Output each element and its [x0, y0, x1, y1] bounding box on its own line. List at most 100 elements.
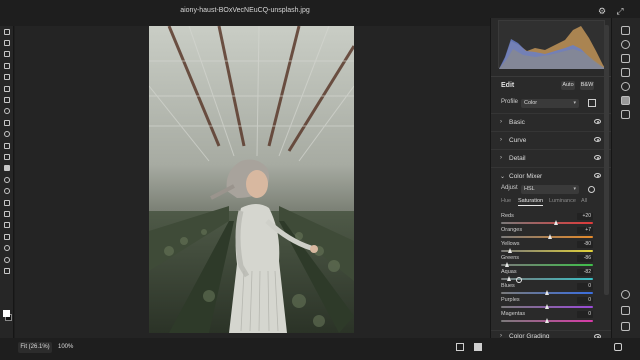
slider-track[interactable] — [501, 248, 593, 253]
slider-purples[interactable]: Purples 0 — [491, 297, 612, 311]
presets-icon[interactable] — [621, 96, 630, 105]
compare-view-icon[interactable] — [456, 343, 464, 351]
quick-select-tool-icon[interactable] — [0, 60, 14, 71]
bw-button[interactable]: B&W — [580, 81, 594, 90]
type-tool-icon[interactable] — [0, 208, 14, 219]
slider-track[interactable] — [501, 234, 593, 239]
slider-value-field[interactable]: 0 — [577, 297, 593, 304]
slider-value-field[interactable]: 0 — [577, 311, 593, 318]
slider-aquas[interactable]: Aquas -82 — [491, 269, 612, 283]
hand-tool-icon[interactable] — [0, 242, 14, 253]
tab-hue[interactable]: Hue — [501, 198, 511, 204]
slider-greens[interactable]: Greens -86 — [491, 255, 612, 269]
slider-value-field[interactable]: -82 — [577, 269, 593, 276]
zoom-tool-icon[interactable] — [0, 254, 14, 265]
crop-tool-icon[interactable] — [0, 72, 14, 83]
grid-icon[interactable] — [621, 322, 630, 331]
slider-track[interactable] — [501, 290, 593, 295]
zoom-icon[interactable] — [621, 290, 630, 299]
gradient-tool-icon[interactable] — [0, 163, 14, 174]
section-color-mixer-title: Color Mixer — [509, 173, 543, 180]
slider-blues[interactable]: Blues 0 — [491, 283, 612, 297]
zoom-100-button[interactable]: 100% — [58, 342, 73, 353]
redeye-icon[interactable] — [621, 82, 630, 91]
visibility-eye-icon[interactable] — [594, 155, 601, 160]
slider-thumb[interactable] — [544, 318, 549, 323]
healing-icon[interactable] — [621, 40, 630, 49]
tab-saturation[interactable]: Saturation — [518, 198, 544, 206]
slider-track[interactable] — [501, 262, 593, 267]
slider-value-field[interactable]: -80 — [577, 241, 593, 248]
hand-icon[interactable] — [621, 306, 630, 315]
slider-reds[interactable]: Reds +20 — [491, 213, 612, 227]
slider-track[interactable] — [501, 220, 593, 225]
tab-all[interactable]: All — [581, 198, 587, 204]
history-brush-icon[interactable] — [0, 140, 14, 151]
section-color-mixer[interactable]: ⌄ Color Mixer — [491, 167, 612, 185]
eraser-tool-icon[interactable] — [0, 151, 14, 162]
clone-stamp-icon[interactable] — [0, 129, 14, 140]
frame-tool-icon[interactable] — [0, 83, 14, 94]
profile-label: Profile — [501, 99, 519, 105]
visibility-eye-icon[interactable] — [594, 119, 601, 124]
chevron-right-icon: › — [500, 119, 502, 125]
sliders-icon[interactable] — [621, 26, 630, 35]
marquee-tool-icon[interactable] — [0, 37, 14, 48]
profile-browser-icon[interactable] — [588, 99, 596, 107]
slider-label: Greens — [501, 255, 520, 261]
adjust-value: HSL — [524, 186, 535, 192]
profile-select[interactable]: Color ▾ — [521, 99, 579, 108]
blur-tool-icon[interactable] — [0, 174, 14, 185]
target-adjust-icon[interactable] — [588, 186, 595, 193]
slider-track[interactable] — [501, 304, 593, 309]
slider-value-field[interactable]: +7 — [577, 227, 593, 234]
slider-thumb[interactable] — [507, 248, 512, 253]
more-options-icon[interactable] — [621, 110, 630, 119]
settings-icon[interactable] — [614, 343, 622, 351]
tab-luminance[interactable]: Luminance — [549, 198, 576, 204]
lasso-tool-icon[interactable] — [0, 49, 14, 60]
path-select-icon[interactable] — [0, 220, 14, 231]
visibility-eye-icon[interactable] — [594, 137, 601, 142]
slider-yellows[interactable]: Yellows -80 — [491, 241, 612, 255]
slider-thumb[interactable] — [544, 290, 549, 295]
foreground-color-swatch[interactable] — [3, 310, 10, 317]
slider-thumb[interactable] — [547, 234, 552, 239]
slider-track[interactable] — [501, 318, 593, 323]
slider-track[interactable] — [501, 276, 593, 281]
slider-magentas[interactable]: Magentas 0 — [491, 311, 612, 325]
slider-value-field[interactable]: -86 — [577, 255, 593, 262]
slider-thumb[interactable] — [504, 262, 509, 267]
slider-oranges[interactable]: Oranges +7 — [491, 227, 612, 241]
healing-brush-icon[interactable] — [0, 106, 14, 117]
document-image[interactable] — [149, 26, 354, 333]
panel-scrollbar[interactable] — [604, 25, 609, 295]
move-tool-icon[interactable] — [0, 26, 14, 37]
adjust-select[interactable]: HSL ▾ — [521, 185, 579, 194]
brush-icon[interactable] — [621, 54, 630, 63]
slider-thumb[interactable] — [506, 276, 511, 281]
dodge-tool-icon[interactable] — [0, 185, 14, 196]
slider-value-field[interactable]: 0 — [577, 283, 593, 290]
slider-thumb[interactable] — [544, 304, 549, 309]
section-curve[interactable]: › Curve — [491, 131, 612, 149]
eyedropper-tool-icon[interactable] — [0, 94, 14, 105]
rectangle-tool-icon[interactable] — [0, 231, 14, 242]
slider-value-field[interactable]: +20 — [577, 213, 593, 220]
brush-tool-icon[interactable] — [0, 117, 14, 128]
tools-panel — [0, 26, 14, 346]
pen-tool-icon[interactable] — [0, 197, 14, 208]
section-basic[interactable]: › Basic — [491, 113, 612, 131]
more-tools-icon[interactable] — [0, 265, 14, 276]
mask-icon[interactable] — [621, 68, 630, 77]
expand-icon[interactable]: ⤢ — [614, 5, 626, 17]
chevron-down-icon: ▾ — [573, 186, 576, 192]
slider-thumb[interactable] — [553, 220, 558, 225]
visibility-eye-icon[interactable] — [594, 173, 601, 178]
gear-icon[interactable]: ⚙ — [596, 5, 608, 17]
document-title: aiony-haust-BOxVecNEuCQ-unsplash.jpg — [180, 7, 310, 14]
before-after-icon[interactable] — [474, 343, 482, 351]
fit-zoom-button[interactable]: Fit (26.1%) — [18, 342, 52, 353]
section-detail[interactable]: › Detail — [491, 149, 612, 167]
auto-button[interactable]: Auto — [561, 81, 575, 90]
